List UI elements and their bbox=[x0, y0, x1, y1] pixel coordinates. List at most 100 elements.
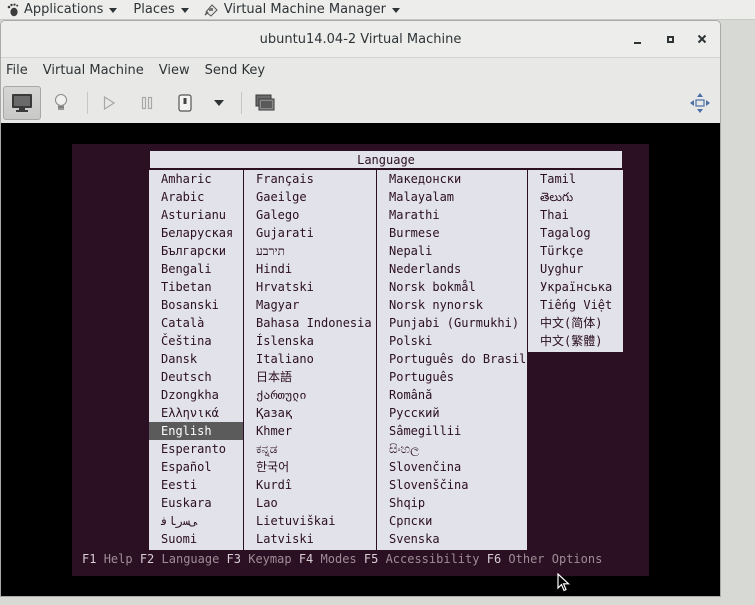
language-option[interactable]: Tamil bbox=[528, 170, 623, 188]
language-option[interactable]: Galego bbox=[244, 206, 376, 224]
language-option[interactable]: Svenska bbox=[377, 530, 527, 548]
language-option[interactable]: 한국어 bbox=[244, 458, 376, 476]
language-option[interactable]: Dzongkha bbox=[149, 386, 243, 404]
pause-button[interactable] bbox=[135, 88, 159, 118]
language-option[interactable]: Čeština bbox=[149, 332, 243, 350]
language-option[interactable]: Français bbox=[244, 170, 376, 188]
language-option[interactable]: Magyar bbox=[244, 296, 376, 314]
details-button[interactable] bbox=[47, 88, 75, 118]
fullscreen-button[interactable] bbox=[686, 88, 714, 118]
language-option[interactable]: ಕನ್ನಡ bbox=[244, 440, 376, 458]
language-option[interactable]: Italiano bbox=[244, 350, 376, 368]
language-option[interactable]: Tiếng Việt bbox=[528, 296, 623, 314]
language-option[interactable]: Slovenščina bbox=[377, 476, 527, 494]
language-option[interactable]: Suomi bbox=[149, 530, 243, 548]
language-option[interactable]: Nederlands bbox=[377, 260, 527, 278]
language-option[interactable]: Српски bbox=[377, 512, 527, 530]
language-option[interactable]: Marathi bbox=[377, 206, 527, 224]
snapshot-button[interactable] bbox=[251, 88, 279, 118]
language-option[interactable]: 中文(简体) bbox=[528, 314, 623, 332]
minimize-button[interactable] bbox=[628, 30, 646, 48]
language-option[interactable]: Português do Brasil bbox=[377, 350, 527, 368]
language-option[interactable]: Deutsch bbox=[149, 368, 243, 386]
places-menu[interactable]: Places bbox=[127, 0, 194, 20]
language-option[interactable]: Български bbox=[149, 242, 243, 260]
language-option[interactable]: Bosanski bbox=[149, 296, 243, 314]
language-option[interactable]: Amharic bbox=[149, 170, 243, 188]
language-option[interactable]: Norsk bokmål bbox=[377, 278, 527, 296]
shutdown-menu-button[interactable] bbox=[207, 88, 231, 118]
menu-file[interactable]: File bbox=[1, 59, 36, 83]
language-option[interactable]: Lao bbox=[244, 494, 376, 512]
function-key-f6[interactable]: F6 Other Options bbox=[487, 552, 603, 566]
function-key-f3[interactable]: F3 Keymap bbox=[227, 552, 292, 566]
run-button[interactable] bbox=[97, 88, 121, 118]
language-option[interactable]: Arabic bbox=[149, 188, 243, 206]
language-option[interactable]: Esperanto bbox=[149, 440, 243, 458]
language-option[interactable]: Norsk nynorsk bbox=[377, 296, 527, 314]
language-option[interactable]: Sâmegillii bbox=[377, 422, 527, 440]
console-button[interactable] bbox=[3, 86, 41, 120]
language-option[interactable]: Lietuviškai bbox=[244, 512, 376, 530]
top-panel: Applications Places Virtual Machine Mana… bbox=[0, 0, 755, 20]
language-option[interactable]: Uyghur bbox=[528, 260, 623, 278]
language-option[interactable]: Македонски bbox=[377, 170, 527, 188]
language-option[interactable]: తెలుగు bbox=[528, 188, 623, 206]
language-option[interactable]: Khmer bbox=[244, 422, 376, 440]
language-option[interactable]: Thai bbox=[528, 206, 623, 224]
shutdown-button[interactable] bbox=[173, 88, 197, 118]
language-option[interactable]: Malayalam bbox=[377, 188, 527, 206]
language-option[interactable]: Català bbox=[149, 314, 243, 332]
language-option[interactable]: Қазақ bbox=[244, 404, 376, 422]
language-option[interactable]: Tagalog bbox=[528, 224, 623, 242]
function-key-f4[interactable]: F4 Modes bbox=[299, 552, 357, 566]
maximize-button[interactable] bbox=[661, 30, 679, 48]
language-option[interactable]: English bbox=[149, 422, 243, 440]
language-option[interactable]: Українська bbox=[528, 278, 623, 296]
language-option[interactable]: Dansk bbox=[149, 350, 243, 368]
language-option[interactable]: Kurdî bbox=[244, 476, 376, 494]
language-option[interactable]: Türkçe bbox=[528, 242, 623, 260]
language-option[interactable]: Română bbox=[377, 386, 527, 404]
function-key-f1[interactable]: F1 Help bbox=[82, 552, 133, 566]
language-option[interactable]: Bahasa Indonesia bbox=[244, 314, 376, 332]
language-option[interactable]: 日本語 bbox=[244, 368, 376, 386]
menu-virtual-machine[interactable]: Virtual Machine bbox=[35, 59, 152, 83]
language-option[interactable]: Íslenska bbox=[244, 332, 376, 350]
language-option[interactable]: ქართული bbox=[244, 386, 376, 404]
language-option[interactable]: Shqip bbox=[377, 494, 527, 512]
language-option[interactable]: Asturianu bbox=[149, 206, 243, 224]
language-option[interactable]: תירבע bbox=[244, 242, 376, 260]
title-bar[interactable]: ubuntu14.04-2 Virtual Machine bbox=[1, 21, 720, 58]
language-option[interactable]: Bengali bbox=[149, 260, 243, 278]
language-option[interactable]: Gujarati bbox=[244, 224, 376, 242]
language-option[interactable]: Беларуская bbox=[149, 224, 243, 242]
language-option[interactable]: Hrvatski bbox=[244, 278, 376, 296]
menu-send-key[interactable]: Send Key bbox=[197, 59, 273, 83]
menu-view[interactable]: View bbox=[151, 59, 198, 83]
language-option[interactable]: Slovenčina bbox=[377, 458, 527, 476]
language-option[interactable]: ﻰﺳﺭﺎﻓ bbox=[149, 512, 243, 530]
language-option[interactable]: Burmese bbox=[377, 224, 527, 242]
language-option[interactable]: Euskara bbox=[149, 494, 243, 512]
language-option[interactable]: Polski bbox=[377, 332, 527, 350]
language-option[interactable]: සිංහල bbox=[377, 440, 527, 458]
applications-menu[interactable]: Applications bbox=[0, 0, 123, 20]
language-option[interactable]: Eesti bbox=[149, 476, 243, 494]
language-option[interactable]: Gaeilge bbox=[244, 188, 376, 206]
language-option[interactable]: Latviski bbox=[244, 530, 376, 548]
function-key-f5[interactable]: F5 Accessibility bbox=[364, 552, 480, 566]
close-button[interactable] bbox=[693, 30, 711, 48]
language-option[interactable]: Punjabi (Gurmukhi) bbox=[377, 314, 527, 332]
language-option[interactable]: 中文(繁體) bbox=[528, 332, 623, 350]
language-option[interactable]: Hindi bbox=[244, 260, 376, 278]
language-option[interactable]: Español bbox=[149, 458, 243, 476]
language-option[interactable]: Nepali bbox=[377, 242, 527, 260]
function-key-f2[interactable]: F2 Language bbox=[140, 552, 219, 566]
language-option[interactable]: Ελληνικά bbox=[149, 404, 243, 422]
language-option[interactable]: Português bbox=[377, 368, 527, 386]
app-menu[interactable]: Virtual Machine Manager bbox=[197, 0, 406, 20]
vm-console[interactable]: Language Amharic Arabic Asturianu Беларуска… bbox=[1, 123, 720, 596]
language-option[interactable]: Tibetan bbox=[149, 278, 243, 296]
language-option[interactable]: Русский bbox=[377, 404, 527, 422]
